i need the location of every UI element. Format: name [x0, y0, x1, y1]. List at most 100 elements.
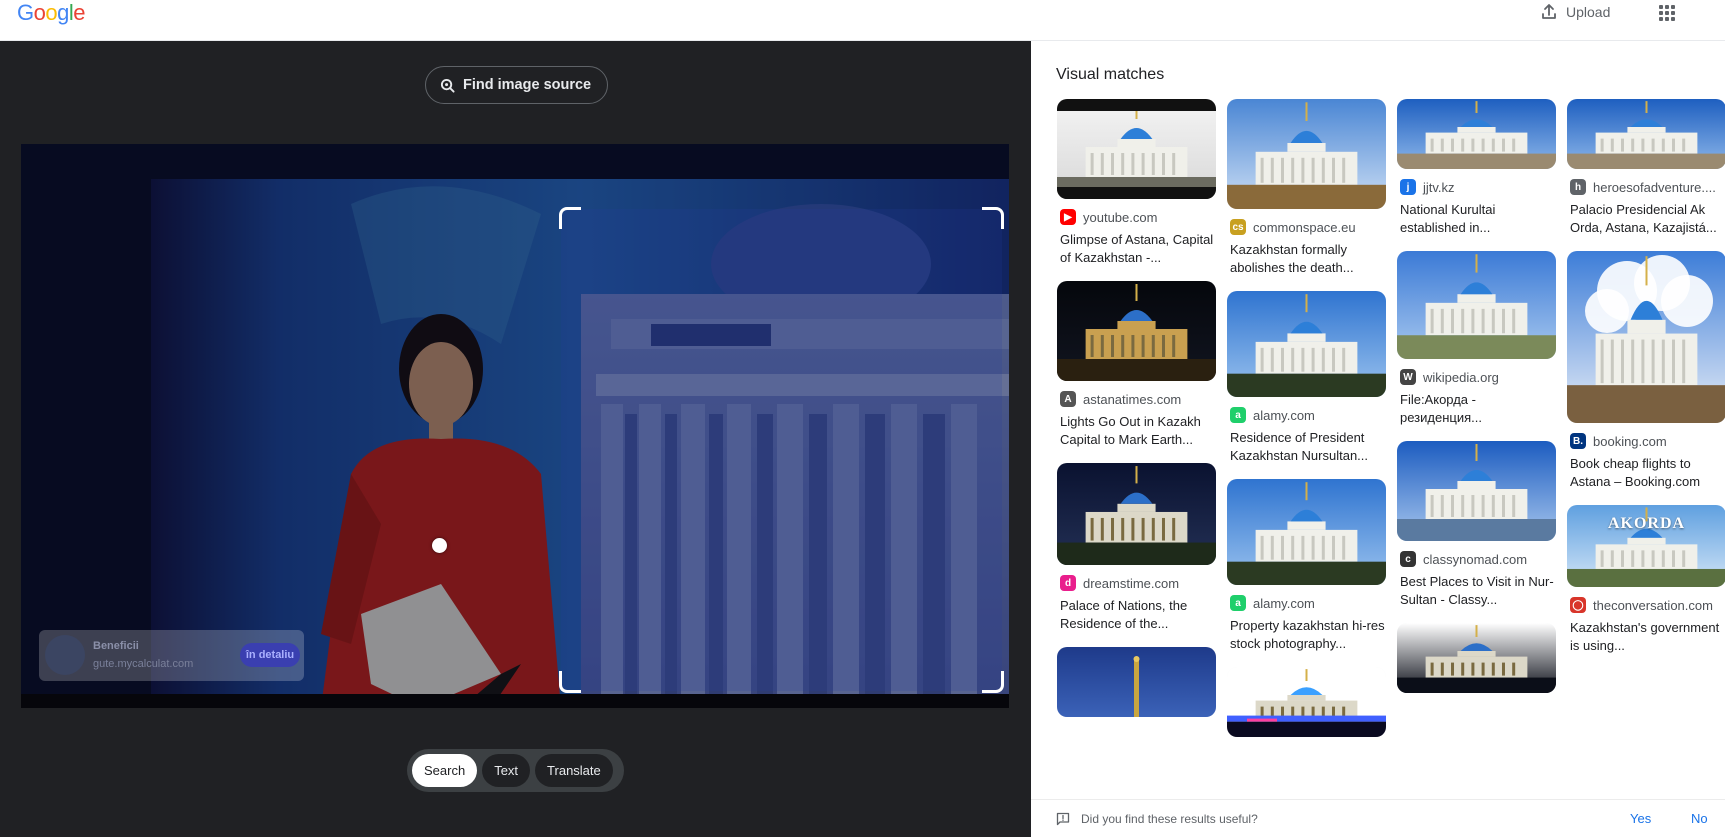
result-thumbnail[interactable] [1057, 281, 1216, 381]
result-thumbnail[interactable] [1227, 479, 1386, 585]
ad-title: Beneficii [93, 640, 139, 652]
logo-letter: G [17, 0, 34, 25]
visual-match-card[interactable]: ▶ youtube.com Glimpse of Astana, Capital o… [1057, 99, 1216, 267]
apps-grid-icon[interactable] [1657, 3, 1677, 23]
feedback-yes-button[interactable]: Yes [1630, 811, 1651, 826]
result-thumbnail[interactable] [1397, 251, 1556, 359]
result-source: Aastanatimes.com [1057, 391, 1216, 407]
jjtv-icon: j [1400, 179, 1416, 195]
result-thumbnail-image [1397, 99, 1556, 169]
result-source: j jjtv.kz [1397, 179, 1556, 195]
result-source-domain: wikipedia.org [1423, 369, 1499, 385]
result-caption[interactable]: Palace of Nations, the Residence of the.… [1057, 597, 1216, 633]
result-source-domain: astanatimes.com [1083, 391, 1182, 407]
alamy-icon: a [1230, 407, 1246, 423]
results-column: j jjtv.kz National Kurultai established in… [1397, 99, 1556, 707]
result-caption[interactable]: Kazakhstan formally abolishes the death.… [1227, 241, 1386, 277]
result-caption[interactable]: Book cheap flights to Astana – Booking.c… [1567, 455, 1725, 491]
visual-match-card[interactable]: AKORDA ◯ theconversation.com Kazakhstan's g… [1567, 505, 1725, 655]
visual-match-card[interactable] [1397, 623, 1556, 693]
visual-match-card[interactable]: a alamy.com Residence of President Kazakhs… [1227, 291, 1386, 465]
result-source-domain: youtube.com [1083, 209, 1158, 225]
feedback-no-button[interactable]: No [1691, 811, 1708, 826]
result-source-domain: commonspace.eu [1253, 219, 1356, 235]
result-thumbnail[interactable]: AKORDA [1567, 505, 1725, 587]
result-caption[interactable]: Best Places to Visit in Nur-Sultan - Cla… [1397, 573, 1556, 609]
result-thumbnail-image [1567, 99, 1725, 169]
result-thumbnail-image [1397, 251, 1556, 359]
visual-match-card[interactable]: B. booking.com Book cheap flights to Astan… [1567, 251, 1725, 491]
logo-letter: e [73, 0, 86, 25]
result-thumbnail[interactable] [1057, 647, 1216, 717]
visual-match-card[interactable]: a alamy.com Property kazakhstan hi-res sto… [1227, 479, 1386, 653]
query-image[interactable]: Beneficii gute.mycalculat.com în detaliu [21, 144, 1009, 708]
result-thumbnail[interactable] [1567, 251, 1725, 423]
results-panel: Visual matches ▶ youtube.com Glimpse of As… [1031, 41, 1725, 837]
crop-handle-bottom-left[interactable] [559, 671, 581, 693]
result-source-domain: alamy.com [1253, 407, 1315, 423]
result-source-domain: dreamstime.com [1083, 575, 1180, 591]
result-thumbnail[interactable] [1057, 99, 1216, 199]
ad-cta: în detaliu [240, 643, 300, 667]
result-thumbnail[interactable] [1227, 99, 1386, 209]
upload-button[interactable]: Upload [1540, 2, 1610, 22]
result-source-domain: alamy.com [1253, 595, 1315, 611]
visual-match-card[interactable]: c classynomad.com Best Places to Visit in … [1397, 441, 1556, 609]
result-thumbnail-image [1057, 463, 1216, 565]
alamy-icon: a [1230, 595, 1246, 611]
result-thumbnail-image [1057, 99, 1216, 199]
visual-match-card[interactable]: j jjtv.kz National Kurultai established in… [1397, 99, 1556, 237]
result-caption[interactable]: National Kurultai established in... [1397, 201, 1556, 237]
find-image-source-label: Find image source [463, 77, 592, 93]
result-thumbnail[interactable] [1397, 99, 1556, 169]
result-caption[interactable]: File:Акорда - резиденция... [1397, 391, 1556, 427]
result-caption[interactable]: Palacio Presidencial Ak Orda, Astana, Ka… [1567, 201, 1725, 237]
result-source-domain: booking.com [1593, 433, 1667, 449]
result-thumbnail-image [1567, 251, 1725, 423]
google-logo[interactable]: Google [17, 0, 86, 26]
object-select-dot[interactable] [432, 538, 447, 553]
result-thumbnail-image [1397, 441, 1556, 541]
visual-match-card[interactable]: Wwikipedia.org File:Акорда - резиденция..… [1397, 251, 1556, 427]
result-thumbnail-image [1057, 647, 1216, 717]
result-source: cs commonspace.eu [1227, 219, 1386, 235]
mode-search-button[interactable]: Search [412, 754, 478, 787]
result-source-domain: theconversation.com [1593, 597, 1713, 613]
result-source-domain: jjtv.kz [1423, 179, 1455, 195]
result-caption[interactable]: Property kazakhstan hi-res stock photogr… [1227, 617, 1386, 653]
visual-match-card[interactable]: h heroesofadventure.... Palacio Presidenci… [1567, 99, 1725, 237]
dreamstime-icon: d [1060, 575, 1076, 591]
mode-text-button[interactable]: Text [482, 754, 531, 787]
feedback-icon [1056, 812, 1070, 826]
result-caption[interactable]: Lights Go Out in Kazakh Capital to Mark … [1057, 413, 1216, 449]
ad-url: gute.mycalculat.com [93, 658, 194, 670]
result-caption[interactable]: Kazakhstan's government is using... [1567, 619, 1725, 655]
ad-avatar [45, 635, 85, 675]
results-column: ▶ youtube.com Glimpse of Astana, Capital o… [1057, 99, 1216, 731]
visual-match-card[interactable]: Aastanatimes.com Lights Go Out in Kazakh … [1057, 281, 1216, 449]
result-thumbnail[interactable] [1227, 291, 1386, 397]
crop-handle-top-right[interactable] [982, 207, 1004, 229]
crop-handle-top-left[interactable] [559, 207, 581, 229]
visual-matches-grid: ▶ youtube.com Glimpse of Astana, Capital o… [1031, 99, 1725, 799]
result-source: ◯ theconversation.com [1567, 597, 1725, 613]
crop-handle-bottom-right[interactable] [982, 671, 1004, 693]
visual-match-card[interactable]: d dreamstime.com Palace of Nations, the Re… [1057, 463, 1216, 633]
mode-translate-button[interactable]: Translate [535, 754, 613, 787]
crop-selection-box[interactable] [559, 207, 1004, 693]
result-thumbnail[interactable] [1227, 667, 1386, 737]
results-column: h heroesofadventure.... Palacio Presidenci… [1567, 99, 1725, 669]
result-source-domain: heroesofadventure.... [1593, 179, 1716, 195]
result-caption[interactable]: Glimpse of Astana, Capital of Kazakhstan… [1057, 231, 1216, 267]
result-thumbnail[interactable] [1397, 623, 1556, 693]
result-thumbnail[interactable] [1567, 99, 1725, 169]
result-thumbnail[interactable] [1397, 441, 1556, 541]
visual-match-card[interactable] [1057, 647, 1216, 717]
visual-match-card[interactable]: cs commonspace.eu Kazakhstan formally abol… [1227, 99, 1386, 277]
find-image-source-button[interactable]: Find image source [425, 66, 609, 104]
result-caption[interactable]: Residence of President Kazakhstan Nursul… [1227, 429, 1386, 465]
result-thumbnail[interactable] [1057, 463, 1216, 565]
result-source: ▶ youtube.com [1057, 209, 1216, 225]
visual-match-card[interactable] [1227, 667, 1386, 737]
feedback-question: Did you find these results useful? [1081, 812, 1258, 826]
